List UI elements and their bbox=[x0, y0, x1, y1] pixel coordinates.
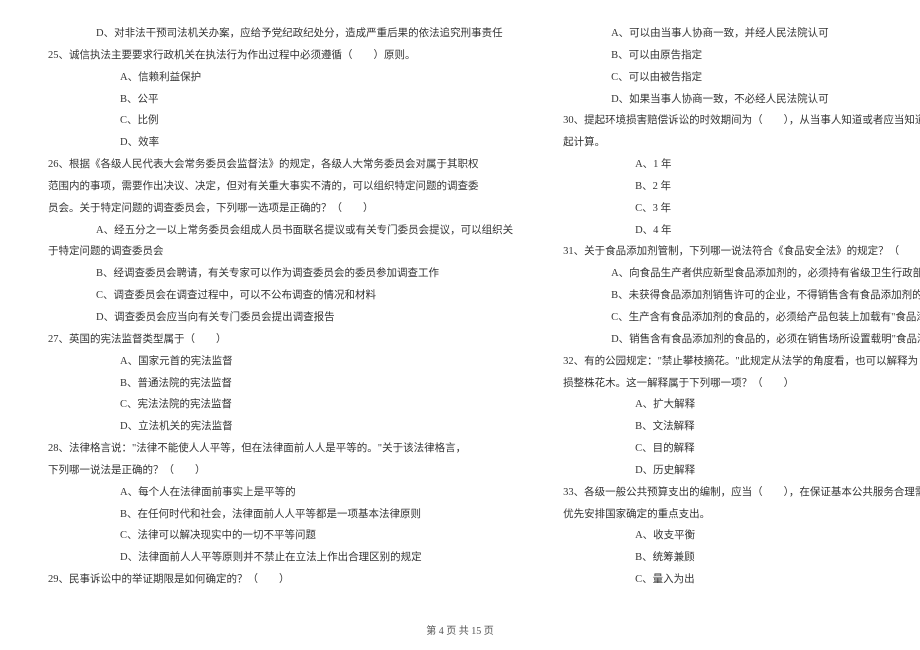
q26-option-a-line2: 于特定问题的调查委员会 bbox=[48, 243, 513, 261]
q30-option-b: B、2 年 bbox=[563, 178, 920, 196]
q25-stem: 25、诚信执法主要要求行政机关在执法行为作出过程中必须遵循（ ）原则。 bbox=[48, 47, 513, 65]
q29-stem: 29、民事诉讼中的举证期限是如何确定的？（ ） bbox=[48, 571, 513, 589]
column-right: A、可以由当事人协商一致，并经人民法院认可 B、可以由原告指定 C、可以由被告指… bbox=[563, 25, 920, 605]
q29-option-a: A、可以由当事人协商一致，并经人民法院认可 bbox=[563, 25, 920, 43]
q30-stem-line2: 起计算。 bbox=[563, 134, 920, 152]
q28-stem-line2: 下列哪一说法是正确的？（ ） bbox=[48, 462, 513, 480]
q26-option-d: D、调查委员会应当向有关专门委员会提出调查报告 bbox=[48, 309, 513, 327]
q33-option-a: A、收支平衡 bbox=[563, 527, 920, 545]
q26-stem-line3: 员会。关于特定问题的调查委员会，下列哪一选项是正确的？（ ） bbox=[48, 200, 513, 218]
q25-option-c: C、比例 bbox=[48, 112, 513, 130]
q28-option-b: B、在任何时代和社会，法律面前人人平等都是一项基本法律原则 bbox=[48, 506, 513, 524]
q30-option-d: D、4 年 bbox=[563, 222, 920, 240]
q26-stem-line2: 范围内的事项，需要作出决议、决定，但对有关重大事实不清的，可以组织特定问题的调查… bbox=[48, 178, 513, 196]
q29-option-c: C、可以由被告指定 bbox=[563, 69, 920, 87]
q28-option-a: A、每个人在法律面前事实上是平等的 bbox=[48, 484, 513, 502]
q26-stem-line1: 26、根据《各级人民代表大会常务委员会监督法》的规定，各级人大常务委员会对属于其… bbox=[48, 156, 513, 174]
q32-option-c: C、目的解释 bbox=[563, 440, 920, 458]
q33-stem-line2: 优先安排国家确定的重点支出。 bbox=[563, 506, 920, 524]
q29-option-d: D、如果当事人协商一致，不必经人民法院认可 bbox=[563, 91, 920, 109]
q26-option-a-line1: A、经五分之一以上常务委员会组成人员书面联名提议或有关专门委员会提议，可以组织关 bbox=[48, 222, 513, 240]
q30-option-c: C、3 年 bbox=[563, 200, 920, 218]
q32-stem-line2: 损整株花木。这一解释属于下列哪一项？（ ） bbox=[563, 375, 920, 393]
q33-stem-line1: 33、各级一般公共预算支出的编制，应当（ ），在保证基本公共服务合理需要的前提下… bbox=[563, 484, 920, 502]
q32-option-a: A、扩大解释 bbox=[563, 396, 920, 414]
q32-stem-line1: 32、有的公园规定："禁止攀枝摘花。"此规定从法学的角度看，也可以解释为：不允许… bbox=[563, 353, 920, 371]
page-content: D、对非法干预司法机关办案，应给予党纪政纪处分，造成严重后果的依法追究刑事责任 … bbox=[48, 25, 872, 605]
q27-stem: 27、英国的宪法监督类型属于（ ） bbox=[48, 331, 513, 349]
q30-stem-line1: 30、提起环境损害赔偿诉讼的时效期间为（ ），从当事人知道或者应当知道其受到损害… bbox=[563, 112, 920, 130]
q31-option-d: D、销售含有食品添加剂的食品的，必须在销售场所设置载明"食品添加剂"字样的专柜 bbox=[563, 331, 920, 349]
q31-option-b: B、未获得食品添加剂销售许可的企业，不得销售含有食品添加剂的食品 bbox=[563, 287, 920, 305]
q27-option-c: C、宪法法院的宪法监督 bbox=[48, 396, 513, 414]
q26-option-b: B、经调查委员会聘请，有关专家可以作为调查委员会的委员参加调查工作 bbox=[48, 265, 513, 283]
q33-option-c: C、量入为出 bbox=[563, 571, 920, 589]
column-left: D、对非法干预司法机关办案，应给予党纪政纪处分，造成严重后果的依法追究刑事责任 … bbox=[48, 25, 513, 605]
q30-option-a: A、1 年 bbox=[563, 156, 920, 174]
q28-stem-line1: 28、法律格言说："法律不能使人人平等，但在法律面前人人是平等的。"关于该法律格… bbox=[48, 440, 513, 458]
q27-option-d: D、立法机关的宪法监督 bbox=[48, 418, 513, 436]
q31-option-a: A、向食品生产者供应新型食品添加剂的，必须持有省级卫生行政部门发放的特别许可证 bbox=[563, 265, 920, 283]
q33-option-b: B、统筹兼顾 bbox=[563, 549, 920, 567]
q25-option-b: B、公平 bbox=[48, 91, 513, 109]
q31-option-c: C、生产含有食品添加剂的食品的，必须给产品包装上加载有"食品添加剂"字样的标签 bbox=[563, 309, 920, 327]
q28-option-d: D、法律面前人人平等原则并不禁止在立法上作出合理区别的规定 bbox=[48, 549, 513, 567]
q32-option-b: B、文法解释 bbox=[563, 418, 920, 436]
q26-option-c: C、调查委员会在调查过程中，可以不公布调查的情况和材料 bbox=[48, 287, 513, 305]
q27-option-a: A、国家元首的宪法监督 bbox=[48, 353, 513, 371]
page-footer: 第 4 页 共 15 页 bbox=[0, 623, 920, 640]
q24-option-d: D、对非法干预司法机关办案，应给予党纪政纪处分，造成严重后果的依法追究刑事责任 bbox=[48, 25, 513, 43]
q25-option-a: A、信赖利益保护 bbox=[48, 69, 513, 87]
q31-stem: 31、关于食品添加剂管制，下列哪一说法符合《食品安全法》的规定？（ ） bbox=[563, 243, 920, 261]
q27-option-b: B、普通法院的宪法监督 bbox=[48, 375, 513, 393]
q25-option-d: D、效率 bbox=[48, 134, 513, 152]
q28-option-c: C、法律可以解决现实中的一切不平等问题 bbox=[48, 527, 513, 545]
q32-option-d: D、历史解释 bbox=[563, 462, 920, 480]
q29-option-b: B、可以由原告指定 bbox=[563, 47, 920, 65]
